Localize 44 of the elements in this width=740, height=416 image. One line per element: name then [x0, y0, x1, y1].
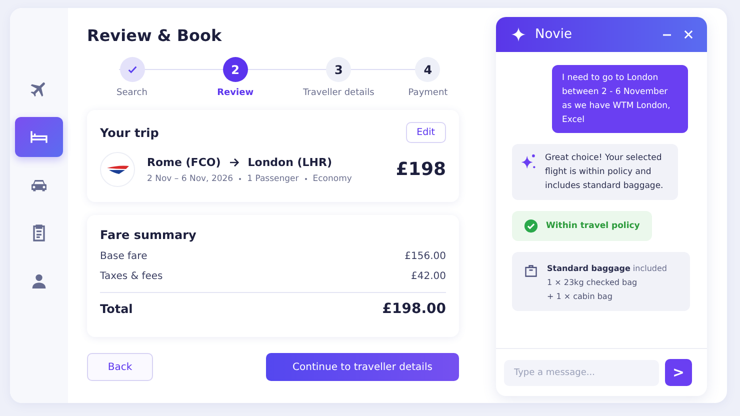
step-label: Traveller details: [302, 88, 374, 98]
fare-label: Taxes & fees: [100, 271, 163, 282]
step-label: Payment: [408, 88, 448, 98]
cabin-class: Economy: [312, 174, 352, 184]
suitcase-icon: [524, 264, 538, 278]
card-title: Your trip: [100, 126, 159, 140]
passenger-count: 1 Passenger: [247, 174, 299, 184]
airline-logo-icon: [106, 164, 130, 176]
page-title: Review & Book: [87, 26, 223, 45]
fare-amount: £42.00: [411, 271, 446, 282]
edit-button[interactable]: Edit: [406, 122, 446, 143]
destination: London (LHR): [248, 156, 332, 168]
step-label: Search: [116, 88, 148, 98]
check-circle-icon: [524, 219, 538, 233]
step-marker: 4: [415, 57, 440, 82]
step-label: Review: [217, 88, 254, 98]
baggage-title: Standard baggage included: [547, 264, 667, 273]
user-message: I need to go to London between 2 - 6 November as we have WTM London, Excel: [552, 65, 688, 133]
continue-button[interactable]: Continue to traveller details: [266, 353, 459, 381]
assistant-message: Great choice! Your selected flight is within policy and includes standard baggage.: [545, 152, 664, 193]
baggage-detail: 1 × 23kg checked bag: [547, 278, 638, 287]
sparkle-icon: [510, 26, 527, 43]
back-button[interactable]: Back: [87, 353, 153, 381]
total-amount: £198.00: [382, 301, 446, 317]
nav-hotels-button[interactable]: [15, 117, 63, 157]
trip-price: £198: [396, 159, 446, 180]
close-icon: [684, 30, 693, 39]
fare-amount: £156.00: [404, 251, 446, 262]
fare-label: Base fare: [100, 251, 148, 262]
origin: Rome (FCO): [147, 156, 221, 168]
policy-status: Within travel policy: [546, 221, 640, 231]
card-title: Fare summary: [100, 228, 198, 242]
message-input[interactable]: Type a message...: [504, 360, 659, 386]
check-icon: [126, 64, 138, 75]
close-button[interactable]: [682, 30, 695, 39]
chat-title: Novie: [535, 27, 572, 42]
step-marker: 3: [326, 57, 352, 82]
arrow-right-icon: [228, 158, 240, 166]
send-button[interactable]: >: [665, 359, 692, 386]
sparkle-icon: [520, 153, 537, 170]
step-marker: 2: [222, 57, 248, 82]
baggage-detail: + 1 × cabin bag: [547, 292, 614, 301]
trip-dates: 2 Nov – 6 Nov, 2026: [147, 174, 234, 184]
total-label: Total: [100, 302, 133, 316]
